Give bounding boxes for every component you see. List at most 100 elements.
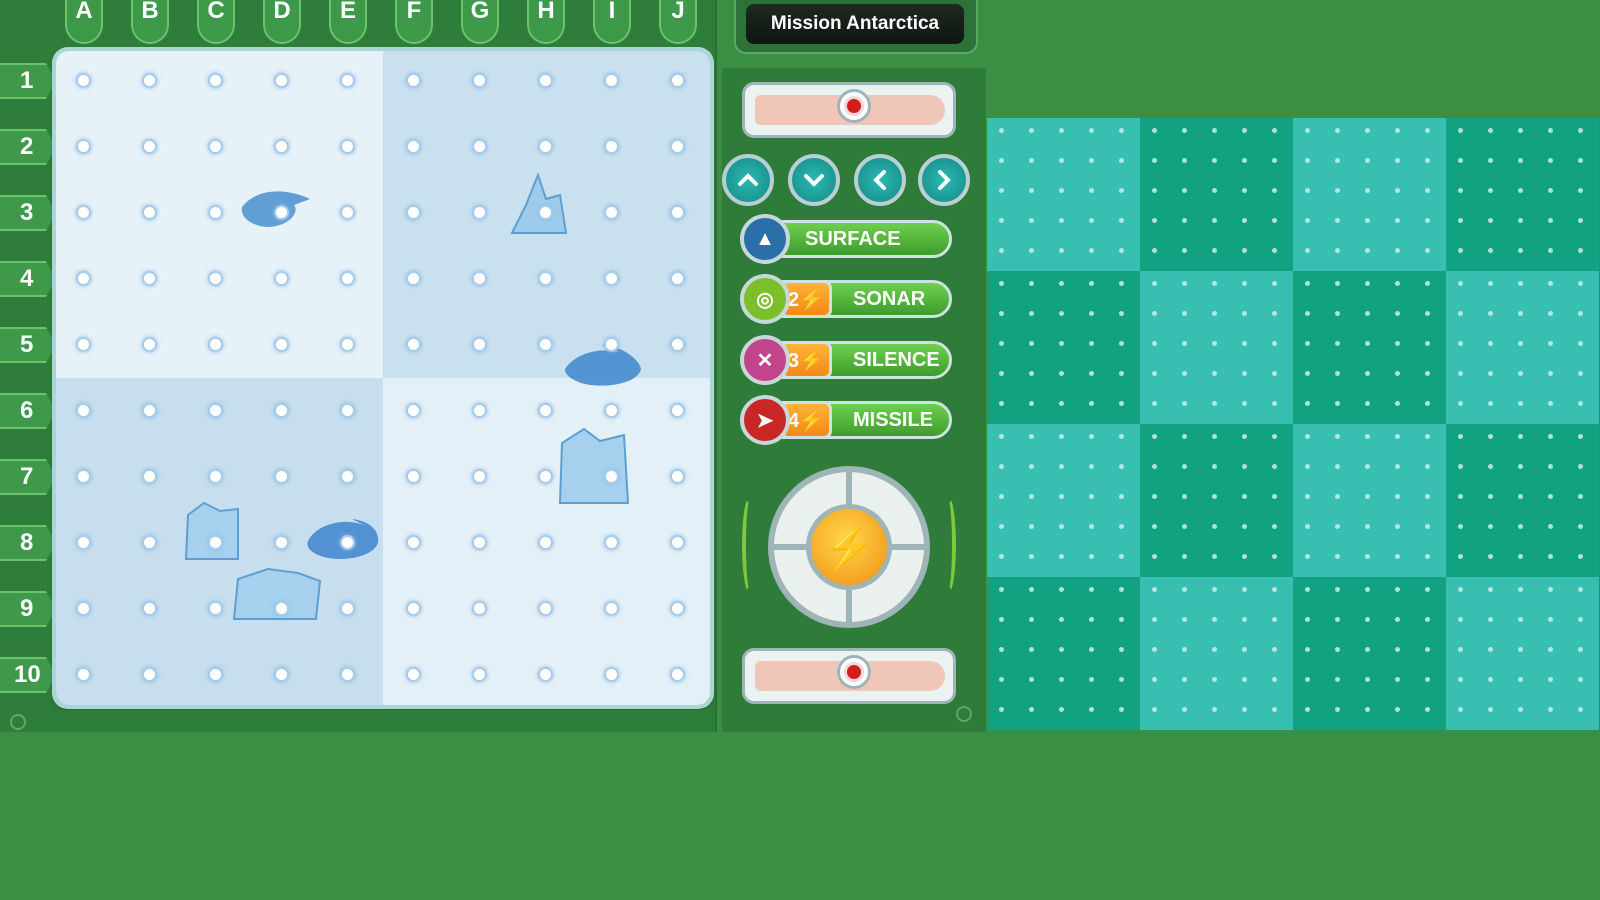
grid-point[interactable] — [1059, 647, 1064, 652]
grid-point[interactable] — [1578, 311, 1583, 316]
grid-point[interactable] — [1029, 248, 1034, 253]
grid-point[interactable] — [1212, 494, 1217, 499]
grid-point[interactable] — [1152, 218, 1157, 223]
grid-point[interactable] — [406, 535, 421, 550]
grid-point[interactable] — [1182, 677, 1187, 682]
grid-point[interactable] — [1578, 281, 1583, 286]
grid-point[interactable] — [1182, 524, 1187, 529]
grid-point[interactable] — [1305, 188, 1310, 193]
grid-point[interactable] — [1548, 677, 1553, 682]
grid-point[interactable] — [406, 403, 421, 418]
grid-point[interactable] — [670, 601, 685, 616]
sonar-button[interactable]: SONAR 2⚡ ◎ — [740, 274, 960, 324]
grid-point[interactable] — [1119, 647, 1124, 652]
grid-point[interactable] — [1425, 341, 1430, 346]
grid-point[interactable] — [1212, 587, 1217, 592]
grid-point[interactable] — [1518, 158, 1523, 163]
grid-point[interactable] — [1458, 587, 1463, 592]
grid-point[interactable] — [999, 158, 1004, 163]
grid-point[interactable] — [1365, 524, 1370, 529]
grid-point[interactable] — [1272, 677, 1277, 682]
grid-point[interactable] — [1488, 128, 1493, 133]
grid-point[interactable] — [1029, 128, 1034, 133]
grid-point[interactable] — [1029, 647, 1034, 652]
grid-point[interactable] — [1089, 707, 1094, 712]
grid-point[interactable] — [1425, 707, 1430, 712]
grid-point[interactable] — [1548, 554, 1553, 559]
grid-point[interactable] — [1089, 587, 1094, 592]
grid-point[interactable] — [1272, 617, 1277, 622]
grid-point[interactable] — [1395, 494, 1400, 499]
grid-point[interactable] — [1152, 434, 1157, 439]
grid-point[interactable] — [1335, 158, 1340, 163]
grid-point[interactable] — [1365, 617, 1370, 622]
grid-point[interactable] — [1578, 464, 1583, 469]
grid-point[interactable] — [1518, 587, 1523, 592]
grid-point[interactable] — [1548, 371, 1553, 376]
grid-point[interactable] — [1458, 401, 1463, 406]
grid-point[interactable] — [1335, 341, 1340, 346]
grid-point[interactable] — [1272, 401, 1277, 406]
grid-point[interactable] — [208, 139, 223, 154]
grid-point[interactable] — [1518, 128, 1523, 133]
grid-point[interactable] — [999, 554, 1004, 559]
grid-point[interactable] — [1212, 128, 1217, 133]
grid-point[interactable] — [1305, 494, 1310, 499]
grid-point[interactable] — [1395, 128, 1400, 133]
grid-point[interactable] — [1518, 218, 1523, 223]
grid-point[interactable] — [340, 337, 355, 352]
grid-point[interactable] — [1425, 617, 1430, 622]
grid-point[interactable] — [208, 73, 223, 88]
grid-point[interactable] — [406, 667, 421, 682]
grid-point[interactable] — [76, 73, 91, 88]
grid-point[interactable] — [1305, 218, 1310, 223]
grid-point[interactable] — [274, 271, 289, 286]
grid-point[interactable] — [1578, 587, 1583, 592]
grid-point[interactable] — [208, 337, 223, 352]
grid-point[interactable] — [1212, 341, 1217, 346]
grid-point[interactable] — [1152, 554, 1157, 559]
grid-point[interactable] — [1305, 647, 1310, 652]
grid-point[interactable] — [340, 535, 355, 550]
grid-point[interactable] — [1242, 281, 1247, 286]
grid-point[interactable] — [1518, 188, 1523, 193]
move-left-button[interactable] — [854, 154, 906, 206]
grid-point[interactable] — [1272, 464, 1277, 469]
grid-point[interactable] — [1152, 188, 1157, 193]
grid-point[interactable] — [1518, 281, 1523, 286]
grid-point[interactable] — [1395, 677, 1400, 682]
grid-point[interactable] — [1548, 218, 1553, 223]
grid-point[interactable] — [1182, 554, 1187, 559]
grid-point[interactable] — [1458, 524, 1463, 529]
grid-point[interactable] — [1305, 248, 1310, 253]
grid-point[interactable] — [1212, 677, 1217, 682]
grid-point[interactable] — [1212, 248, 1217, 253]
grid-point[interactable] — [1518, 371, 1523, 376]
grid-point[interactable] — [604, 271, 619, 286]
grid-point[interactable] — [1152, 647, 1157, 652]
grid-point[interactable] — [1395, 248, 1400, 253]
grid-point[interactable] — [1212, 158, 1217, 163]
grid-point[interactable] — [604, 601, 619, 616]
grid-point[interactable] — [1089, 401, 1094, 406]
grid-point[interactable] — [1089, 188, 1094, 193]
grid-point[interactable] — [1089, 494, 1094, 499]
grid-point[interactable] — [1488, 341, 1493, 346]
grid-point[interactable] — [1578, 341, 1583, 346]
grid-point[interactable] — [1305, 128, 1310, 133]
grid-point[interactable] — [1578, 188, 1583, 193]
grid-point[interactable] — [1458, 188, 1463, 193]
grid-point[interactable] — [1458, 248, 1463, 253]
grid-point[interactable] — [999, 434, 1004, 439]
grid-point[interactable] — [208, 271, 223, 286]
grid-point[interactable] — [1212, 554, 1217, 559]
grid-point[interactable] — [1059, 464, 1064, 469]
grid-point[interactable] — [1119, 128, 1124, 133]
grid-point[interactable] — [1518, 647, 1523, 652]
grid-point[interactable] — [538, 205, 553, 220]
missile-button[interactable]: MISSILE 4⚡ ➤ — [740, 395, 960, 445]
grid-point[interactable] — [1119, 281, 1124, 286]
grid-point[interactable] — [208, 205, 223, 220]
grid-point[interactable] — [1059, 248, 1064, 253]
grid-point[interactable] — [1488, 248, 1493, 253]
